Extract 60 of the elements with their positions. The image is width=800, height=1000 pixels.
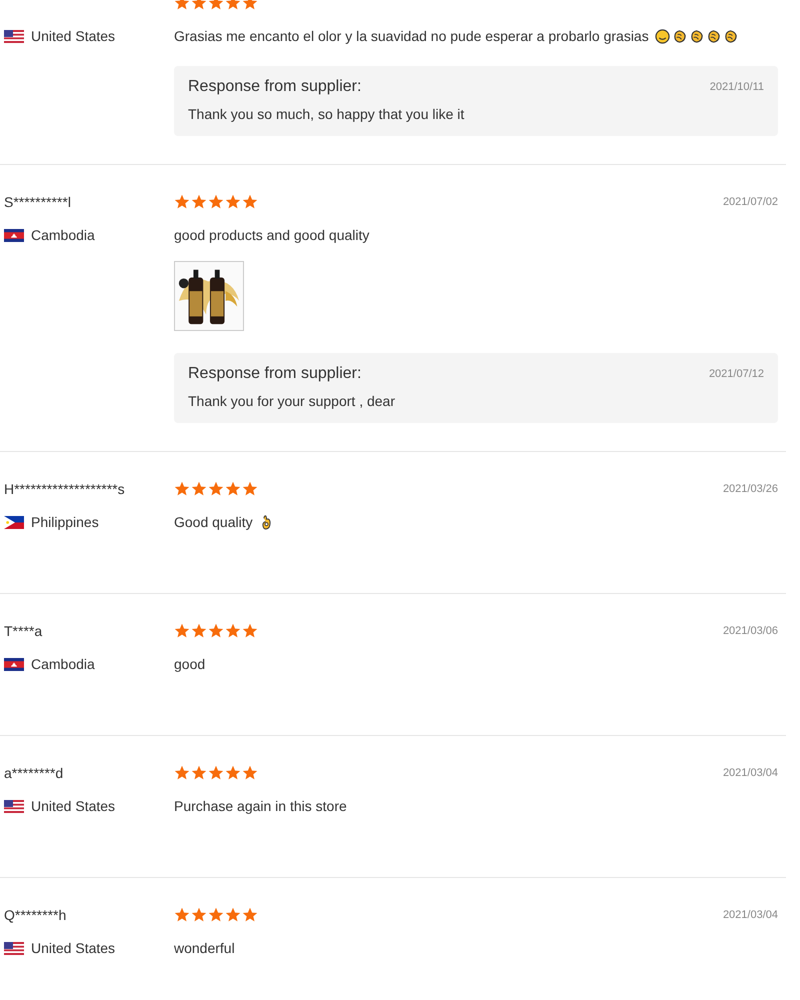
reviewer-name: H*******************s [4,480,125,499]
star-icon [191,623,207,639]
star-icon [242,765,258,781]
country-name: United States [31,940,116,956]
star-icon [225,907,241,923]
star-icon [174,907,190,923]
flag-icon [4,30,24,42]
star-icon [191,907,207,923]
star-icon [242,481,258,497]
response-date: 2021/10/11 [710,81,764,93]
star-icon [191,194,207,210]
star-icon [225,765,241,781]
star-icon [242,623,258,639]
country-name: Cambodia [31,656,95,672]
response-date: 2021/07/12 [708,368,764,380]
country-name: United States [31,28,116,44]
star-icon [208,765,224,781]
star-icon [208,481,224,497]
reviewer-name: T****a [4,622,42,641]
response-title: Response from supplier: [188,365,362,383]
flag-icon [4,516,24,528]
smiley-emoji-icon [654,28,670,44]
review-text: Purchase again in this store [174,798,347,814]
review-date: 2021/03/04 [722,767,778,779]
star-icon [191,481,207,497]
flag-icon [4,942,24,954]
review-date: 2021/03/04 [722,909,778,921]
star-icon [225,481,241,497]
reviewer-name: Q********h [4,906,66,925]
star-icon [208,907,224,923]
review-text: Good quality [174,514,253,530]
review-text: Grasias me encanto el olor y la suavidad no pude esperar a probarlo grasias [174,28,649,44]
star-icon [208,194,224,210]
star-icon [242,194,258,210]
flag-icon [4,800,24,812]
response-text: Thank you for your support , dear [188,393,396,409]
review-date: 2021/03/06 [722,625,778,637]
star-icon [225,194,241,210]
star-icon [225,623,241,639]
country-name: Philippines [31,514,99,530]
reviewer-name: a********d [4,764,64,783]
star-icon [174,623,190,639]
star-icon [174,481,190,497]
review-text: good products and good quality [174,227,370,243]
star-icon [242,907,258,923]
flag-icon [4,228,24,242]
review-date: 2021/03/26 [722,483,778,495]
response-title: Response from supplier: [188,78,362,96]
flag-icon [4,658,24,670]
star-icon [174,194,190,210]
review-text: good [174,656,206,672]
star-icon [208,623,224,639]
response-text: Thank you so much, so happy that you like it [188,106,466,122]
star-icon [174,765,190,781]
review-text: wonderful [174,940,235,956]
star-icon [191,765,207,781]
country-name: Cambodia [31,227,95,243]
review-date: 2021/07/02 [722,196,778,208]
country-name: United States [31,798,116,814]
reviewer-name: S**********l [4,193,71,212]
